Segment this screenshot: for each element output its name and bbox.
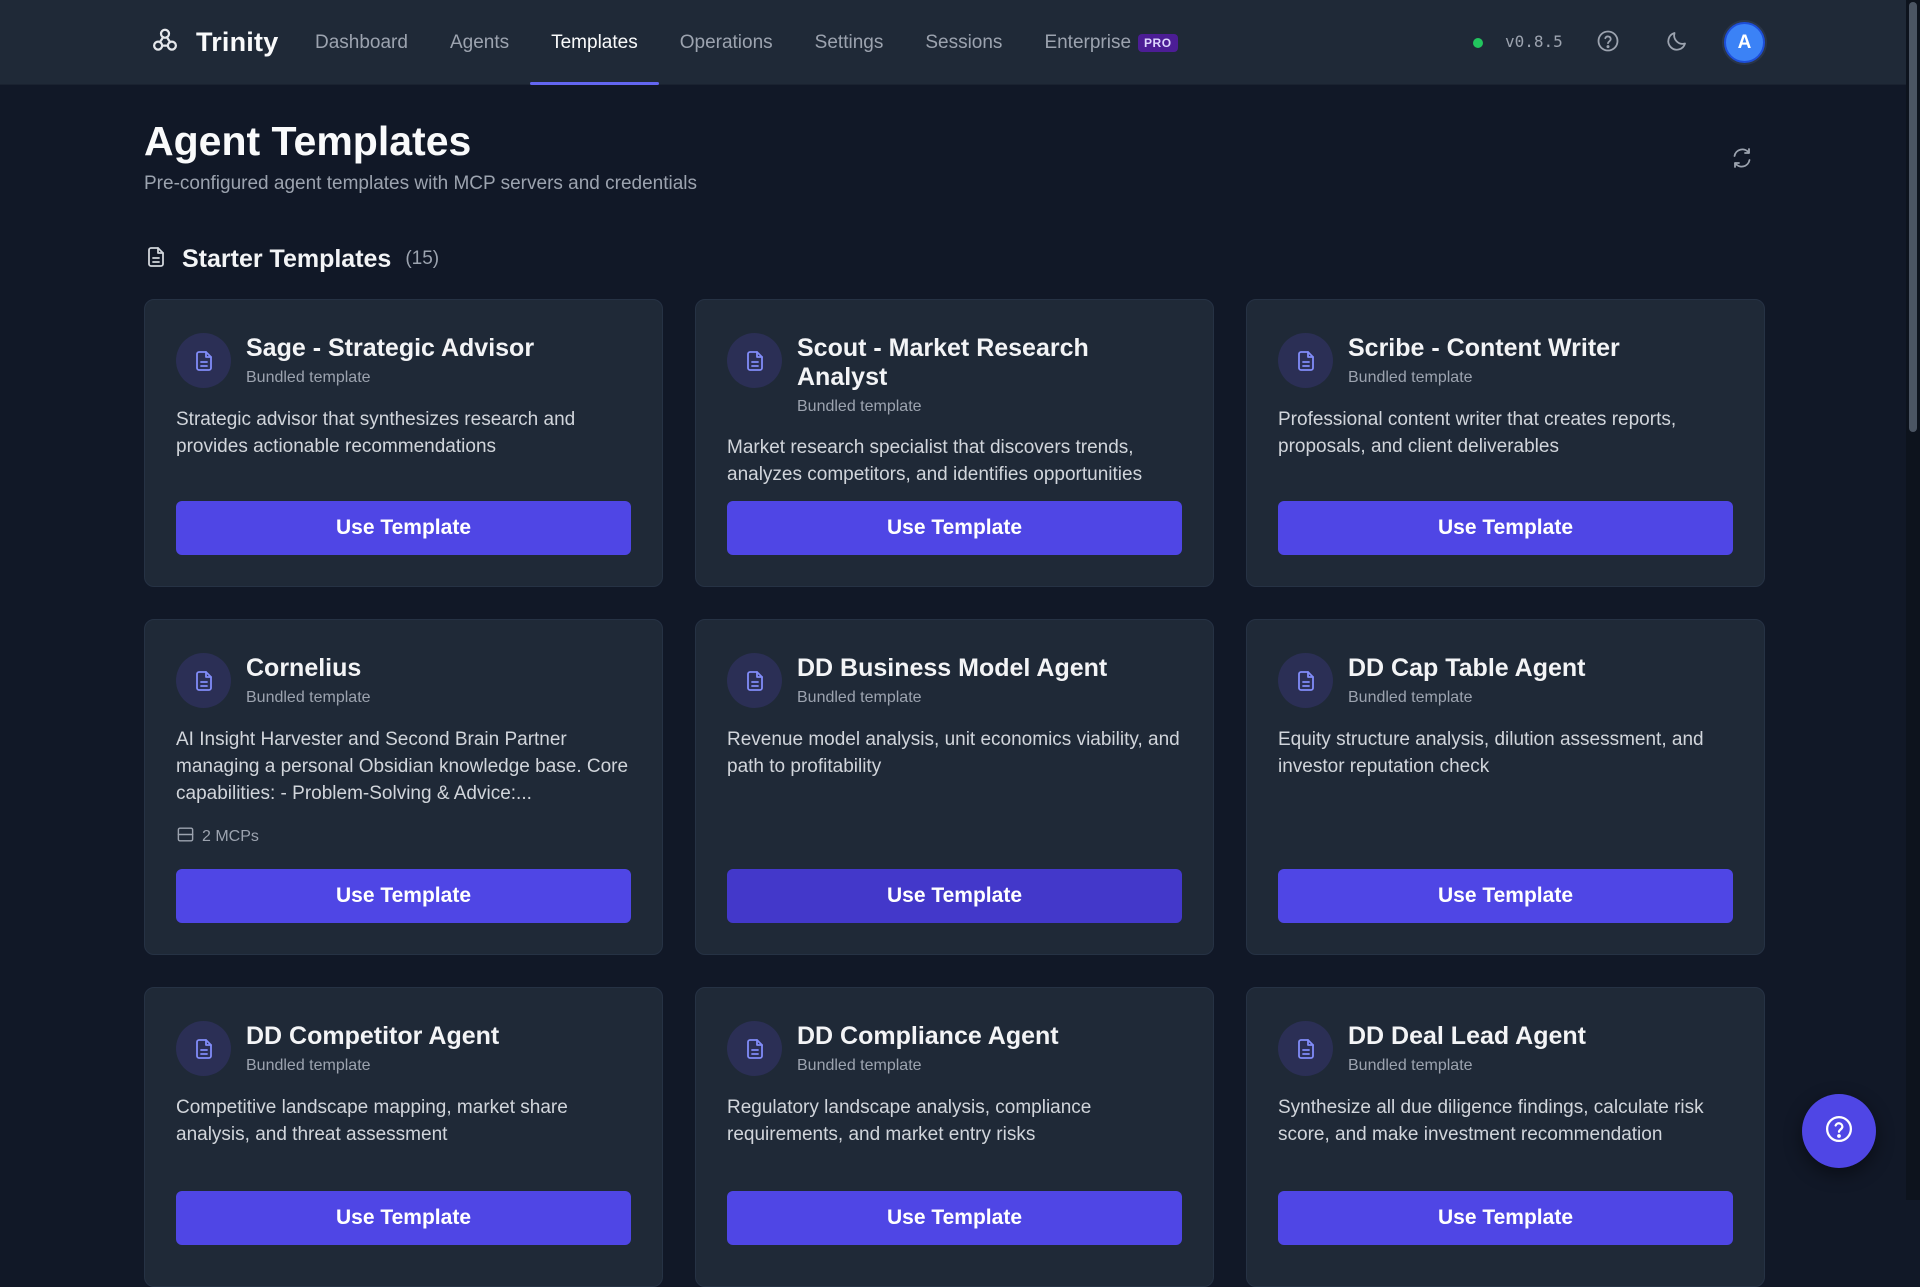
- page-title: Agent Templates: [144, 118, 472, 164]
- card-title: Scribe - Content Writer: [1348, 334, 1620, 362]
- document-icon: [176, 1021, 231, 1076]
- card-subtitle: Bundled template: [246, 689, 371, 706]
- nav-label: Operations: [679, 31, 773, 53]
- use-template-button[interactable]: Use Template: [727, 869, 1182, 923]
- card-title: Sage - Strategic Advisor: [246, 334, 535, 362]
- card-description: AI Insight Harvester and Second Brain Pa…: [176, 729, 629, 804]
- card-description: Equity structure analysis, dilution asse…: [1278, 729, 1704, 777]
- nav-enterprise[interactable]: Enterprise PRO: [1023, 0, 1198, 85]
- use-template-button[interactable]: Use Template: [727, 1191, 1182, 1245]
- nav-label: Enterprise: [1044, 31, 1132, 53]
- document-icon: [1278, 1021, 1333, 1076]
- help-circle-icon: [1824, 1114, 1854, 1149]
- card-subtitle: Bundled template: [1348, 369, 1473, 386]
- document-icon: [176, 653, 231, 708]
- main-nav: Dashboard Agents Templates Operations Se…: [294, 0, 1199, 85]
- use-template-button[interactable]: Use Template: [176, 869, 631, 923]
- brand[interactable]: Trinity: [150, 0, 278, 85]
- card-subtitle: Bundled template: [1348, 689, 1473, 706]
- document-icon: [1278, 653, 1333, 708]
- nav-label: Dashboard: [315, 31, 408, 53]
- template-card: DD Business Model Agent Bundled template…: [695, 619, 1214, 955]
- card-subtitle: Bundled template: [1348, 1057, 1473, 1074]
- template-card: Sage - Strategic Advisor Bundled templat…: [144, 299, 663, 587]
- template-card: DD Cap Table Agent Bundled template Equi…: [1246, 619, 1765, 955]
- trinity-logo-icon: [150, 25, 180, 60]
- nav-operations[interactable]: Operations: [659, 0, 794, 85]
- avatar-initial: A: [1737, 31, 1752, 53]
- card-subtitle: Bundled template: [246, 1057, 371, 1074]
- nav-templates[interactable]: Templates: [530, 0, 659, 85]
- card-title: DD Deal Lead Agent: [1348, 1022, 1587, 1050]
- mcp-count: 2 MCPs: [176, 825, 259, 849]
- use-template-button[interactable]: Use Template: [727, 501, 1182, 555]
- nav-sessions[interactable]: Sessions: [904, 0, 1023, 85]
- document-icon: [727, 1021, 782, 1076]
- template-card: DD Competitor Agent Bundled template Com…: [144, 987, 663, 1287]
- document-icon: [727, 333, 782, 388]
- nav-settings[interactable]: Settings: [794, 0, 905, 85]
- moon-icon: [1665, 29, 1689, 58]
- card-description: Competitive landscape mapping, market sh…: [176, 1097, 568, 1145]
- card-subtitle: Bundled template: [797, 689, 922, 706]
- card-description: Market research specialist that discover…: [727, 437, 1143, 485]
- document-icon: [1278, 333, 1333, 388]
- page-scrollbar[interactable]: [1906, 0, 1920, 1200]
- server-icon: [176, 825, 195, 849]
- help-circle-icon: [1596, 29, 1620, 58]
- template-card: Scout - Market Research Analyst Bundled …: [695, 299, 1214, 587]
- card-description: Professional content writer that creates…: [1278, 409, 1677, 457]
- document-icon: [727, 653, 782, 708]
- page-subtitle: Pre-configured agent templates with MCP …: [144, 173, 698, 194]
- use-template-button[interactable]: Use Template: [1278, 869, 1733, 923]
- use-template-button[interactable]: Use Template: [176, 1191, 631, 1245]
- version-label: v0.8.5: [1505, 32, 1563, 51]
- section-count: (15): [405, 248, 440, 269]
- use-template-button[interactable]: Use Template: [1278, 501, 1733, 555]
- section-title: Starter Templates: [182, 244, 392, 273]
- mcp-count-label: 2 MCPs: [202, 828, 259, 845]
- pro-badge: PRO: [1138, 33, 1178, 52]
- nav-label: Settings: [814, 31, 884, 53]
- document-icon: [144, 245, 168, 274]
- card-description: Strategic advisor that synthesizes resea…: [176, 409, 576, 457]
- template-grid: Sage - Strategic Advisor Bundled templat…: [144, 299, 1766, 1287]
- theme-toggle-button[interactable]: [1659, 25, 1695, 61]
- document-icon: [176, 333, 231, 388]
- card-description: Regulatory landscape analysis, complianc…: [727, 1097, 1092, 1145]
- nav-agents[interactable]: Agents: [429, 0, 530, 85]
- status-indicator: [1473, 38, 1483, 48]
- template-card: DD Compliance Agent Bundled template Reg…: [695, 987, 1214, 1287]
- refresh-icon: [1730, 146, 1754, 175]
- help-button[interactable]: [1590, 25, 1626, 61]
- nav-label: Templates: [551, 31, 638, 53]
- nav-dashboard[interactable]: Dashboard: [294, 0, 429, 85]
- refresh-button[interactable]: [1724, 142, 1760, 178]
- card-title: DD Cap Table Agent: [1348, 654, 1586, 682]
- nav-label: Sessions: [925, 31, 1003, 53]
- card-title: DD Compliance Agent: [797, 1022, 1059, 1050]
- use-template-button[interactable]: Use Template: [1278, 1191, 1733, 1245]
- card-title: DD Competitor Agent: [246, 1022, 500, 1050]
- top-navbar: Trinity Dashboard Agents Templates Opera…: [0, 0, 1906, 85]
- section-header: Starter Templates (15): [144, 244, 439, 274]
- floating-help-button[interactable]: [1802, 1094, 1876, 1168]
- template-card: Scribe - Content Writer Bundled template…: [1246, 299, 1765, 587]
- template-card: DD Deal Lead Agent Bundled template Synt…: [1246, 987, 1765, 1287]
- card-title: DD Business Model Agent: [797, 654, 1108, 682]
- template-card: Cornelius Bundled template AI Insight Ha…: [144, 619, 663, 955]
- app-name: Trinity: [196, 27, 279, 57]
- card-subtitle: Bundled template: [797, 1057, 922, 1074]
- card-description: Revenue model analysis, unit economics v…: [727, 729, 1180, 777]
- scrollbar-thumb[interactable]: [1909, 2, 1917, 432]
- card-subtitle: Bundled template: [246, 369, 371, 386]
- card-title: Scout - Market Research Analyst: [797, 334, 1089, 391]
- card-description: Synthesize all due diligence findings, c…: [1278, 1097, 1704, 1145]
- card-title: Cornelius: [246, 654, 362, 682]
- card-subtitle: Bundled template: [797, 398, 922, 415]
- use-template-button[interactable]: Use Template: [176, 501, 631, 555]
- user-avatar[interactable]: A: [1724, 22, 1765, 63]
- nav-label: Agents: [449, 31, 510, 53]
